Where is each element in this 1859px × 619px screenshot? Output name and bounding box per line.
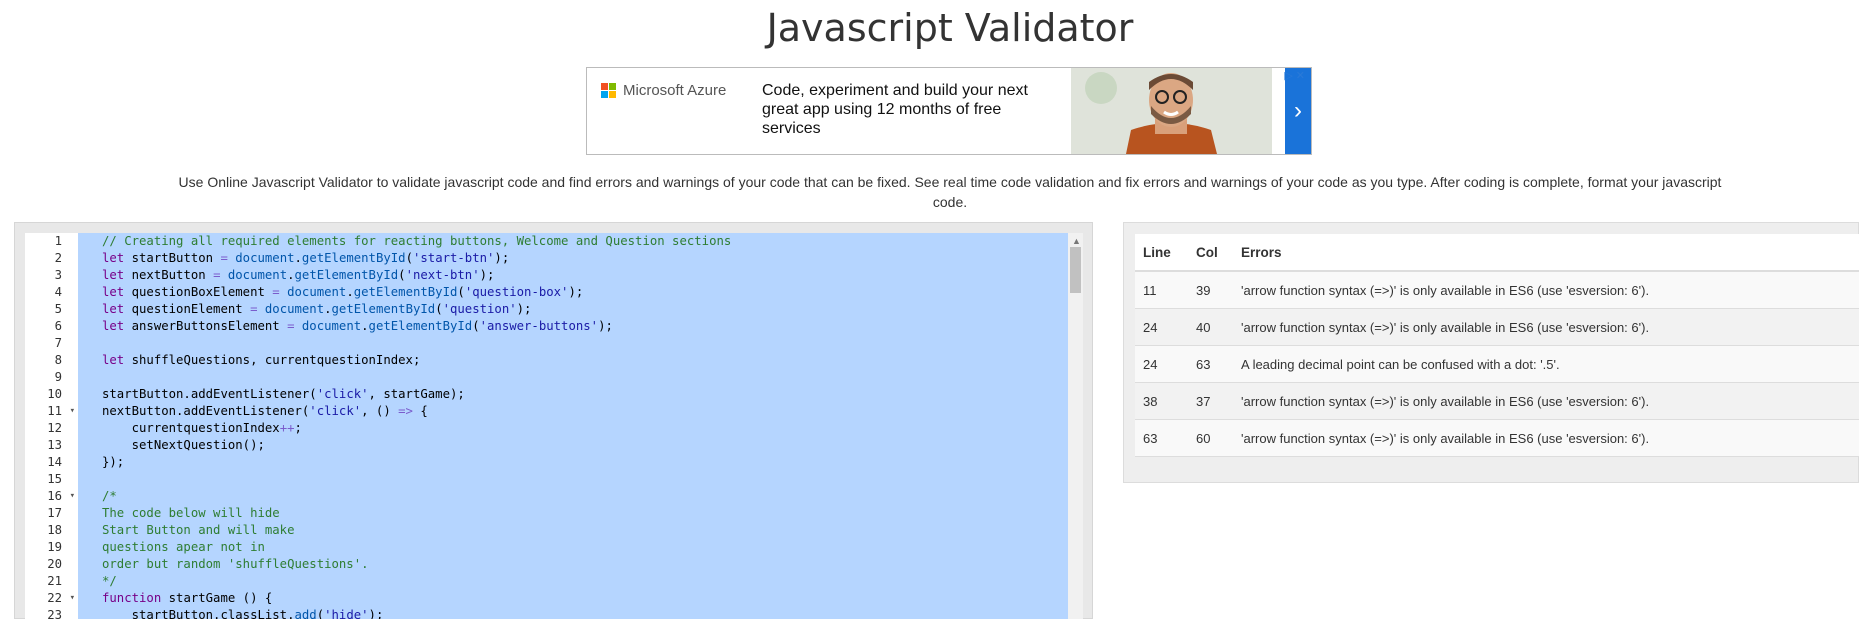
fold-toggle-icon[interactable]: ▾ (70, 590, 75, 607)
line-number-gutter: 1 2 3 4 5 6 7 8 9 10 11 ▾ 12 13 14 15 16 ▾ 17 18 19 20 21 22 ▾ 23 (25, 233, 78, 619)
ad-choices-icon[interactable]: ▷✕ (1284, 69, 1308, 82)
code-editor[interactable]: 1 2 3 4 5 6 7 8 9 10 11 ▾ 12 13 14 15 16 ▾ 17 18 19 20 21 22 ▾ 23… (25, 233, 1083, 619)
page-description: Use Online Javascript Validator to valid… (178, 174, 1722, 210)
error-message-cell: 'arrow function syntax (=>)' is only ava… (1233, 382, 1859, 420)
line-number: 22 ▾ (47, 590, 75, 607)
editor-scrollbar[interactable]: ▲ (1068, 233, 1083, 619)
line-number: 11 ▾ (47, 403, 75, 420)
errors-table: Line Col Errors 11 39'arrow function synt… (1135, 234, 1859, 457)
code-editor-panel: 1 2 3 4 5 6 7 8 9 10 11 ▾ 12 13 14 15 16 ▾ 17 18 19 20 21 22 ▾ 23… (14, 222, 1093, 619)
line-number: 21 (47, 574, 62, 588)
line-number: 8 (54, 353, 62, 367)
header-errors: Errors (1233, 234, 1859, 272)
code-line[interactable]: Start Button and will make (78, 522, 1072, 539)
ad-image[interactable] (1071, 68, 1272, 154)
error-row[interactable]: 24 40'arrow function syntax (=>)' is only… (1135, 308, 1859, 346)
line-number: 4 (54, 285, 62, 299)
line-number: 3 (54, 268, 62, 282)
error-row[interactable]: 24 63 A leading decimal point can be confu… (1135, 345, 1859, 383)
error-message-cell: 'arrow function syntax (=>)' is only ava… (1233, 419, 1859, 457)
ad-brand: Microsoft Azure (601, 82, 726, 99)
code-line[interactable]: // Creating all required elements for re… (78, 233, 1072, 250)
code-line[interactable] (78, 335, 1072, 352)
scrollbar-thumb[interactable] (1070, 247, 1081, 293)
error-message-cell: 'arrow function syntax (=>)' is only ava… (1233, 271, 1859, 309)
code-line[interactable]: function startGame () { (78, 590, 1072, 607)
code-line[interactable]: */ (78, 573, 1072, 590)
error-line-cell: 11 (1135, 271, 1188, 309)
line-number: 9 (54, 370, 62, 384)
code-line[interactable]: order but random 'shuffleQuestions'. (78, 556, 1072, 573)
line-number: 2 (54, 251, 62, 265)
line-number: 19 (47, 540, 62, 554)
scroll-up-icon[interactable]: ▲ (1072, 236, 1081, 246)
code-line[interactable]: let answerButtonsElement = document.getE… (78, 318, 1072, 335)
code-line[interactable]: nextButton.addEventListener('click', () … (78, 403, 1072, 420)
line-number: 5 (54, 302, 62, 316)
header-line: Line (1135, 234, 1188, 272)
error-col-cell: 39 (1188, 271, 1233, 309)
code-area[interactable]: // Creating all required elements for re… (78, 233, 1072, 619)
error-row[interactable]: 63 60'arrow function syntax (=>)' is only… (1135, 419, 1859, 457)
error-col-cell: 63 (1188, 345, 1233, 383)
ad-copy[interactable]: Code, experiment and build your next gre… (762, 81, 1052, 138)
error-message-cell: 'arrow function syntax (=>)' is only ava… (1233, 308, 1859, 346)
line-number: 12 (47, 421, 62, 435)
code-line[interactable]: /* (78, 488, 1072, 505)
line-number: 16 ▾ (47, 488, 75, 505)
code-line[interactable]: startButton.classList.add('hide'); (78, 607, 1072, 619)
errors-panel: Line Col Errors 11 39'arrow function synt… (1123, 222, 1859, 483)
code-line[interactable]: let nextButton = document.getElementById… (78, 267, 1072, 284)
code-line[interactable] (78, 369, 1072, 386)
error-col-cell: 37 (1188, 382, 1233, 420)
code-line[interactable]: let questionBoxElement = document.getEle… (78, 284, 1072, 301)
ad-banner[interactable]: Microsoft Azure Code, experiment and bui… (586, 67, 1312, 155)
code-line[interactable] (78, 471, 1072, 488)
line-number: 18 (47, 523, 62, 537)
line-number: 6 (54, 319, 62, 333)
line-number: 20 (47, 557, 62, 571)
line-number: 14 (47, 455, 62, 469)
code-line[interactable]: }); (78, 454, 1072, 471)
microsoft-logo-icon (601, 83, 616, 98)
error-col-cell: 60 (1188, 419, 1233, 457)
fold-toggle-icon[interactable]: ▾ (70, 488, 75, 505)
code-line[interactable]: currentquestionIndex++; (78, 420, 1072, 437)
error-col-cell: 40 (1188, 308, 1233, 346)
errors-header-row: Line Col Errors (1135, 234, 1859, 272)
fold-toggle-icon[interactable]: ▾ (70, 403, 75, 420)
header-col: Col (1188, 234, 1233, 272)
line-number: 17 (47, 506, 62, 520)
code-line[interactable]: startButton.addEventListener('click', st… (78, 386, 1072, 403)
code-line[interactable]: let questionElement = document.getElemen… (78, 301, 1072, 318)
line-number: 13 (47, 438, 62, 452)
code-line[interactable]: let startButton = document.getElementByI… (78, 250, 1072, 267)
page-title: Javascript Validator (766, 6, 1134, 50)
error-line-cell: 38 (1135, 382, 1188, 420)
code-line[interactable]: The code below will hide (78, 505, 1072, 522)
error-line-cell: 24 (1135, 308, 1188, 346)
line-number: 7 (54, 336, 62, 350)
code-line[interactable]: questions apear not in (78, 539, 1072, 556)
line-number: 23 (47, 608, 62, 619)
error-message-cell: A leading decimal point can be confused … (1233, 345, 1859, 383)
ad-brand-label: Microsoft Azure (623, 82, 727, 99)
error-line-cell: 63 (1135, 419, 1188, 457)
error-line-cell: 24 (1135, 345, 1188, 383)
code-line[interactable]: setNextQuestion(); (78, 437, 1072, 454)
error-row[interactable]: 38 37'arrow function syntax (=>)' is only… (1135, 382, 1859, 420)
line-number: 15 (47, 472, 62, 486)
line-number: 1 (54, 234, 62, 248)
person-photo (1071, 68, 1272, 154)
error-row[interactable]: 11 39'arrow function syntax (=>)' is only… (1135, 271, 1859, 309)
line-number: 10 (47, 387, 62, 401)
code-line[interactable]: let shuffleQuestions, currentquestionInd… (78, 352, 1072, 369)
